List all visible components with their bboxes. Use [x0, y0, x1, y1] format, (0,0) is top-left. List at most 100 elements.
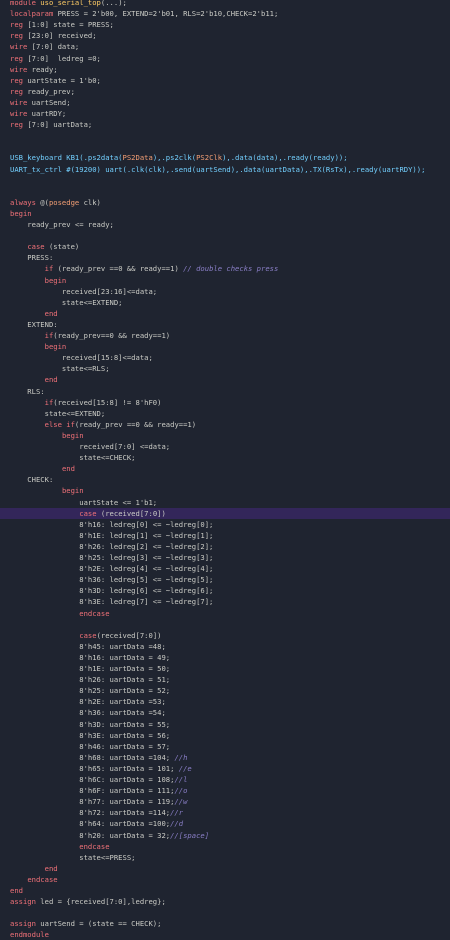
code-line[interactable]: UART_tx_ctrl #(19200) uart(.clk(clk),.se…	[0, 164, 450, 175]
code-line[interactable]	[0, 175, 450, 186]
code-line[interactable]: else if(ready_prev ==0 && ready==1)	[0, 419, 450, 430]
code-line[interactable]: reg ready_prev;	[0, 86, 450, 97]
code-token: 8'h25: uartData = 52;	[10, 686, 171, 696]
code-line[interactable]: 8'h1E: ledreg[1] <= ~ledreg[1];	[0, 530, 450, 541]
code-line[interactable]: reg uartState = 1'b0;	[0, 75, 450, 86]
code-line[interactable]: reg [23:0] received;	[0, 30, 450, 41]
code-line[interactable]	[0, 141, 450, 152]
code-token: ),.ps2clk(	[152, 153, 197, 163]
code-line[interactable]: if (ready_prev ==0 && ready==1) // doubl…	[0, 263, 450, 274]
code-line[interactable]: wire ready;	[0, 64, 450, 75]
code-line[interactable]	[0, 186, 450, 197]
code-token: ),.data(data),.ready(ready));	[222, 153, 348, 163]
code-line[interactable]: wire uartSend;	[0, 97, 450, 108]
code-line[interactable]: reg [7:0] ledreg =0;	[0, 53, 450, 64]
code-token: reg	[10, 86, 28, 96]
code-line[interactable]: 8'h77: uartData = 119;//w	[0, 796, 450, 807]
code-line[interactable]: ready_prev <= ready;	[0, 219, 450, 230]
code-line[interactable]: endcase	[0, 841, 450, 852]
code-line[interactable]: received[23:16]<=data;	[0, 286, 450, 297]
code-line[interactable]: 8'h16: uartData = 49;	[0, 652, 450, 663]
code-line[interactable]: begin	[0, 208, 450, 219]
code-line[interactable]: 8'h20: uartData = 32;//[space]	[0, 830, 450, 841]
code-token: endcase	[79, 608, 110, 618]
code-line[interactable]: 8'h26: uartData = 51;	[0, 674, 450, 685]
code-line[interactable]: endcase	[0, 608, 450, 619]
code-line[interactable]: state<=PRESS;	[0, 852, 450, 863]
code-line[interactable]: endmodule	[0, 929, 450, 940]
code-token: 8'h6C: uartData = 108;	[10, 775, 175, 784]
code-line[interactable]: if(ready_prev==0 && ready==1)	[0, 330, 450, 341]
code-line[interactable]: begin	[0, 430, 450, 441]
code-line[interactable]: RLS:	[0, 386, 450, 397]
code-line[interactable]: if(received[15:8] != 8'hF0)	[0, 397, 450, 408]
code-line[interactable]: received[7:0] <=data;	[0, 441, 450, 452]
code-line[interactable]: reg [1:0] state = PRESS;	[0, 19, 450, 30]
code-token: RLS:	[10, 386, 45, 396]
code-editor[interactable]: module uso_serial_top(...); localparam PR…	[0, 0, 450, 939]
code-line[interactable]: always @(posedge clk)	[0, 197, 450, 208]
code-token: reg	[10, 120, 28, 130]
code-token: UART_tx_ctrl #(19200) uart(.clk(clk),.se…	[10, 164, 426, 174]
code-line[interactable]: begin	[0, 275, 450, 286]
code-line[interactable]: case (state)	[0, 241, 450, 252]
code-line[interactable]: state<=EXTEND;	[0, 408, 450, 419]
code-line[interactable]: 8'h3E: ledreg[7] <= ~ledreg[7];	[0, 596, 450, 607]
code-line[interactable]: PRESS:	[0, 252, 450, 263]
code-line[interactable]: received[15:8]<=data;	[0, 352, 450, 363]
code-line[interactable]: 8'h2E: ledreg[4] <= ~ledreg[4];	[0, 563, 450, 574]
code-line[interactable]: endcase	[0, 874, 450, 885]
code-line[interactable]: begin	[0, 485, 450, 496]
code-line[interactable]: case(received[7:0])	[0, 630, 450, 641]
code-line[interactable]: localparam PRESS = 2'b00, EXTEND=2'b01, …	[0, 8, 450, 19]
code-line[interactable]: 8'h64: uartData =100;//d	[0, 818, 450, 829]
code-line[interactable]: 8'h45: uartData =48;	[0, 641, 450, 652]
code-line[interactable]: uartState <= 1'b1;	[0, 497, 450, 508]
code-line[interactable]: 8'h3D: uartData = 55;	[0, 719, 450, 730]
code-line[interactable]: case (received[7:0])	[0, 507, 450, 519]
code-line[interactable]: 8'h3D: ledreg[6] <= ~ledreg[6];	[0, 585, 450, 596]
code-line[interactable]: 8'h36: uartData =54;	[0, 707, 450, 718]
code-line[interactable]: 8'h25: ledreg[3] <= ~ledreg[3];	[0, 552, 450, 563]
code-line[interactable]: 8'h6C: uartData = 108;//l	[0, 774, 450, 785]
code-line[interactable]: wire uartRDY;	[0, 108, 450, 119]
code-line[interactable]	[0, 130, 450, 141]
code-line[interactable]: end	[0, 463, 450, 474]
code-line[interactable]: 8'h1E: uartData = 50;	[0, 663, 450, 674]
code-token: 8'h1E: uartData = 50;	[10, 664, 171, 673]
code-line[interactable]: 8'h72: uartData =114;//r	[0, 807, 450, 818]
code-line[interactable]: EXTEND:	[0, 319, 450, 330]
code-line[interactable]: 8'h6F: uartData = 111;//o	[0, 785, 450, 796]
code-line[interactable]: CHECK:	[0, 474, 450, 485]
code-line[interactable]: USB_keyboard KB1(.ps2data(PS2Data),.ps2c…	[0, 152, 450, 163]
code-line[interactable]: 8'h16: ledreg[0] <= ~ledreg[0];	[0, 519, 450, 530]
code-line[interactable]: 8'h36: ledreg[5] <= ~ledreg[5];	[0, 574, 450, 585]
code-line[interactable]: 8'h2E: uartData =53;	[0, 696, 450, 707]
code-line[interactable]: assign uartSend = (state == CHECK);	[0, 918, 450, 929]
code-line[interactable]: 8'h46: uartData = 57;	[0, 741, 450, 752]
code-line[interactable]: 8'h65: uartData = 101; //e	[0, 763, 450, 774]
code-line[interactable]	[0, 230, 450, 241]
code-line[interactable]: assign led = {received[7:0],ledreg};	[0, 896, 450, 907]
code-line[interactable]: 8'h26: ledreg[2] <= ~ledreg[2];	[0, 541, 450, 552]
code-line[interactable]: module uso_serial_top(...);	[0, 0, 450, 8]
code-line[interactable]: end	[0, 885, 450, 896]
code-token: end	[10, 886, 23, 895]
code-line[interactable]: 8'h25: uartData = 52;	[0, 685, 450, 696]
code-line[interactable]: end	[0, 374, 450, 385]
code-line[interactable]: 8'h68: uartData =104; //h	[0, 752, 450, 763]
code-line[interactable]: end	[0, 863, 450, 874]
code-line[interactable]: wire [7:0] data;	[0, 41, 450, 52]
code-token: (...);	[100, 0, 127, 7]
code-line[interactable]: begin	[0, 341, 450, 352]
code-line[interactable]	[0, 907, 450, 918]
code-line[interactable]: state<=RLS;	[0, 363, 450, 374]
code-line[interactable]: reg [7:0] uartData;	[0, 119, 450, 130]
code-line[interactable]: end	[0, 308, 450, 319]
code-line[interactable]	[0, 619, 450, 630]
code-line[interactable]: 8'h3E: uartData = 56;	[0, 730, 450, 741]
code-line[interactable]: state<=CHECK;	[0, 452, 450, 463]
code-line[interactable]: state<=EXTEND;	[0, 297, 450, 308]
